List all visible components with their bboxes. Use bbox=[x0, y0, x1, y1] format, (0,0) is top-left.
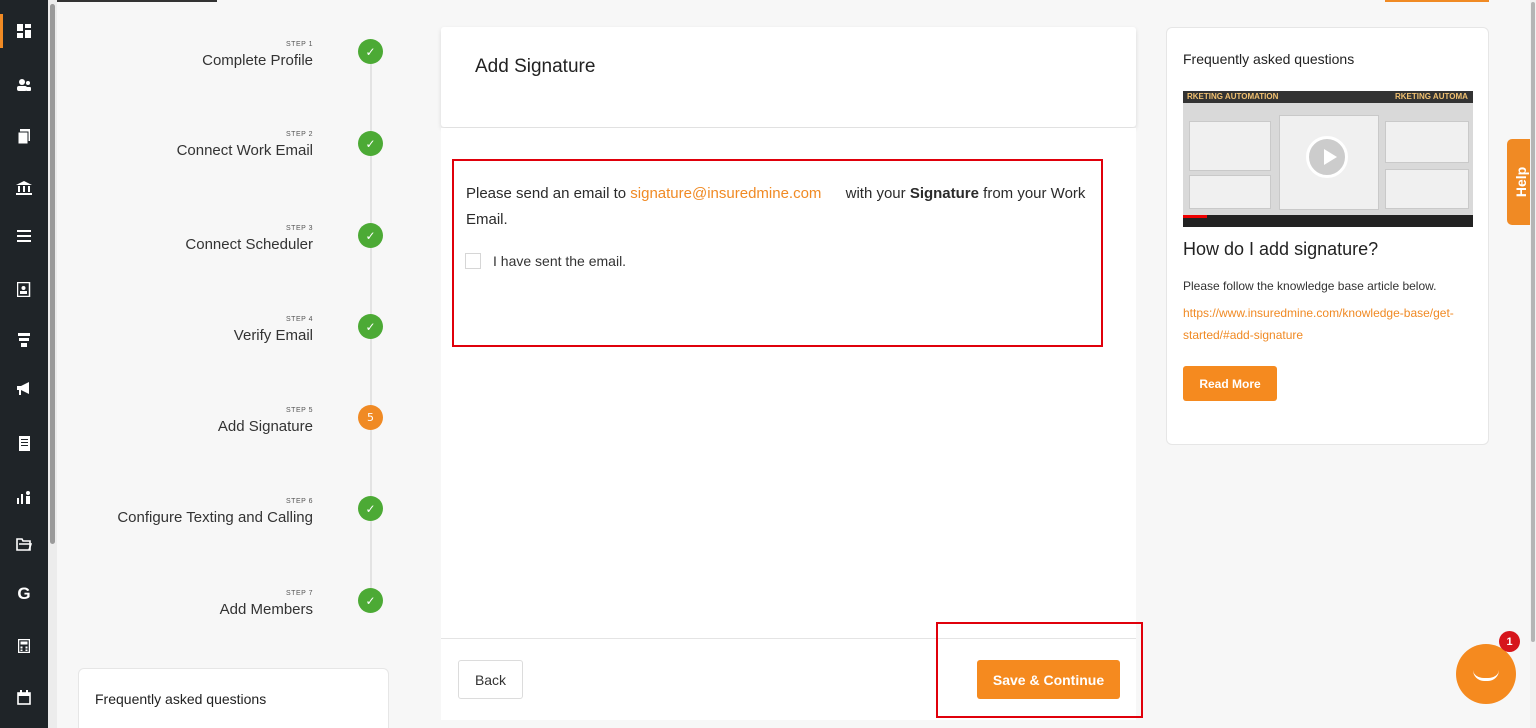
report-icon[interactable] bbox=[0, 428, 48, 458]
check-icon: ✓ bbox=[358, 223, 383, 248]
step-number: STEP 3 bbox=[286, 225, 313, 232]
documents-icon[interactable] bbox=[0, 121, 48, 151]
step-name: Add Members bbox=[219, 601, 313, 618]
chat-launcher-icon[interactable] bbox=[1456, 644, 1516, 704]
video-title-left: RKETING AUTOMATION bbox=[1187, 92, 1279, 101]
step-number: STEP 1 bbox=[286, 41, 313, 48]
help-label: Help bbox=[1513, 166, 1530, 198]
video-title-bar: RKETING AUTOMATION RKETING AUTOMA bbox=[1183, 91, 1473, 103]
faq-question: How do I add signature? bbox=[1183, 239, 1379, 259]
calendar-icon[interactable] bbox=[0, 682, 48, 712]
analytics-icon[interactable] bbox=[0, 482, 48, 512]
dashboard-icon[interactable] bbox=[0, 14, 48, 48]
step-7[interactable]: STEP 7 Add Members bbox=[220, 590, 313, 618]
msg-mid: with your bbox=[845, 185, 906, 202]
video-title-right: RKETING AUTOMA bbox=[1395, 92, 1468, 101]
sent-email-label: I have sent the email. bbox=[493, 253, 627, 269]
step-number: STEP 2 bbox=[286, 131, 313, 138]
top-button-edge[interactable] bbox=[1385, 0, 1489, 2]
funnel-icon[interactable] bbox=[0, 325, 48, 355]
step-name: Complete Profile bbox=[202, 52, 313, 69]
page-scrollbar[interactable] bbox=[1530, 0, 1536, 728]
step-3[interactable]: STEP 3 Connect Scheduler bbox=[185, 225, 313, 253]
step-name: Add Signature bbox=[217, 418, 313, 435]
step-name: Connect Scheduler bbox=[185, 236, 313, 253]
check-icon: ✓ bbox=[358, 588, 383, 613]
contacts-icon[interactable] bbox=[0, 70, 48, 100]
check-icon: ✓ bbox=[358, 131, 383, 156]
step-2[interactable]: STEP 2 Connect Work Email bbox=[177, 131, 313, 159]
calculator-icon[interactable] bbox=[0, 631, 48, 661]
back-button[interactable]: Back bbox=[458, 660, 523, 699]
step-number: STEP 4 bbox=[286, 316, 313, 323]
step-6[interactable]: STEP 6 Configure Texting and Calling bbox=[117, 498, 313, 526]
left-faq-title: Frequently asked questions bbox=[95, 691, 267, 707]
msg-prefix: Please send an email to bbox=[466, 185, 627, 202]
knowledge-base-link[interactable]: https://www.insuredmine.com/knowledge-ba… bbox=[1183, 302, 1473, 346]
step-number: STEP 6 bbox=[286, 498, 313, 505]
step-name: Verify Email bbox=[233, 327, 313, 344]
step-5[interactable]: STEP 5 Add Signature bbox=[218, 407, 313, 435]
main-header-card: Add Signature bbox=[441, 27, 1136, 127]
check-icon: ✓ bbox=[358, 496, 383, 521]
id-card-icon[interactable] bbox=[0, 274, 48, 304]
current-step-badge: 5 bbox=[358, 405, 383, 430]
google-icon[interactable]: G bbox=[0, 579, 48, 609]
list-icon[interactable] bbox=[0, 221, 48, 251]
msg-bold: Signature bbox=[909, 185, 979, 202]
check-icon: ✓ bbox=[358, 314, 383, 339]
step-number: STEP 7 bbox=[286, 590, 313, 597]
megaphone-icon[interactable] bbox=[0, 373, 48, 403]
step-name: Configure Texting and Calling bbox=[117, 509, 313, 526]
faq-description: Please follow the knowledge base article… bbox=[1183, 279, 1437, 293]
video-thumbnail[interactable]: RKETING AUTOMATION RKETING AUTOMA bbox=[1183, 91, 1473, 227]
play-icon[interactable] bbox=[1306, 136, 1348, 178]
signature-email-link[interactable]: signature@insuredmine.com bbox=[630, 185, 821, 202]
chat-notification-badge: 1 bbox=[1499, 631, 1520, 652]
sent-email-checkbox-row[interactable]: I have sent the email. bbox=[465, 253, 626, 269]
check-icon: ✓ bbox=[358, 39, 383, 64]
step-number: STEP 5 bbox=[286, 407, 313, 414]
highlight-box-save bbox=[936, 622, 1143, 718]
read-more-button[interactable]: Read More bbox=[1183, 366, 1277, 401]
onboarding-steps: STEP 1 Complete Profile ✓ STEP 2 Connect… bbox=[57, 0, 437, 728]
step-1[interactable]: STEP 1 Complete Profile bbox=[202, 41, 313, 69]
page-title: Add Signature bbox=[475, 56, 596, 77]
step-name: Connect Work Email bbox=[176, 142, 313, 159]
left-faq-card: Frequently asked questions bbox=[78, 668, 389, 728]
icon-sidebar: G bbox=[0, 0, 48, 728]
faq-title: Frequently asked questions bbox=[1183, 51, 1355, 67]
step-4[interactable]: STEP 4 Verify Email bbox=[234, 316, 313, 344]
folder-icon[interactable] bbox=[0, 529, 48, 559]
bank-icon[interactable] bbox=[0, 173, 48, 203]
signature-instructions: Please send an email to signature@insure… bbox=[466, 181, 1096, 233]
sent-email-checkbox[interactable] bbox=[465, 253, 481, 269]
sidebar-scrollbar[interactable] bbox=[48, 0, 57, 728]
faq-card: Frequently asked questions RKETING AUTOM… bbox=[1166, 27, 1489, 445]
video-controls[interactable] bbox=[1183, 215, 1473, 227]
